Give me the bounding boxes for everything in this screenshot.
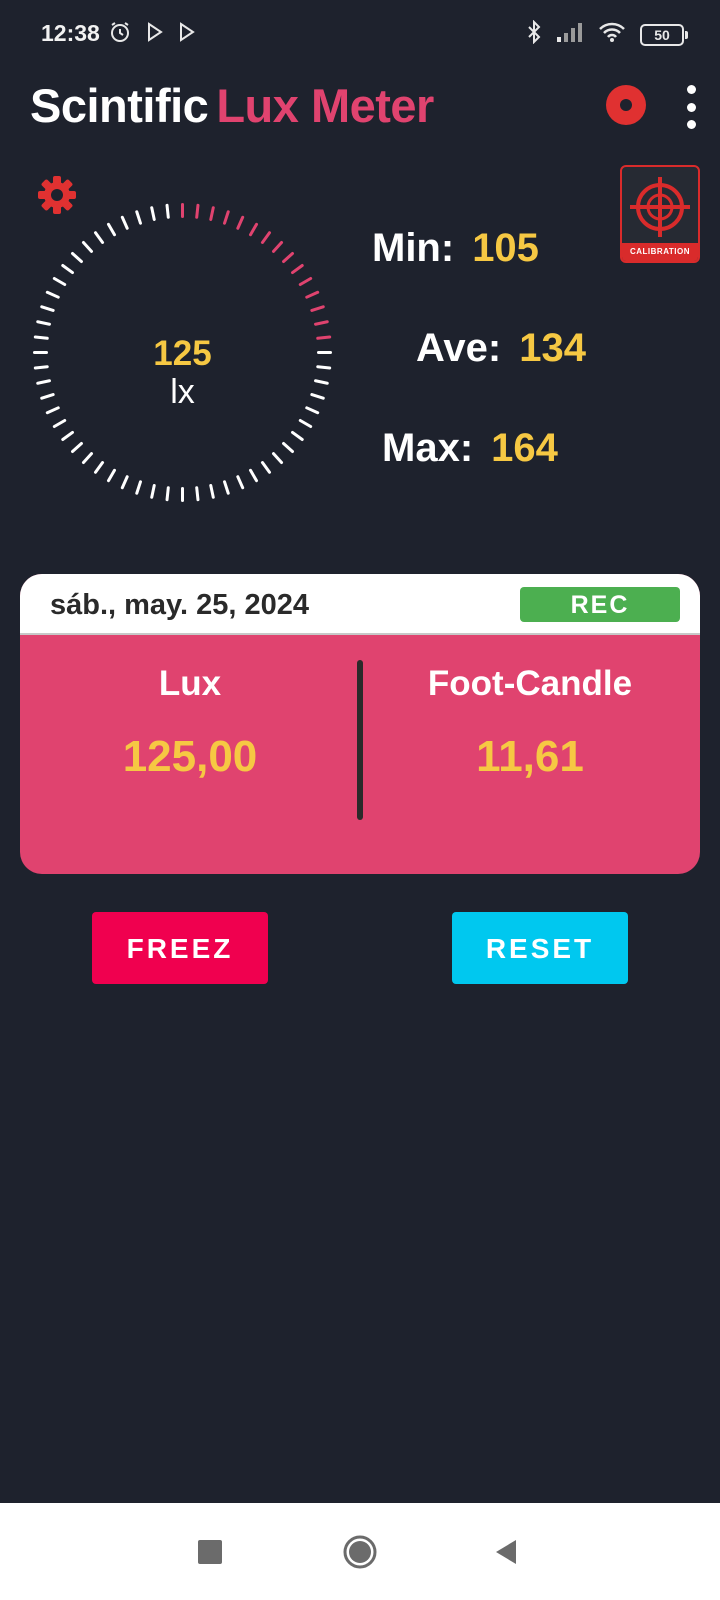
max-label: Max: (382, 426, 474, 470)
gauge-tick (120, 215, 129, 230)
status-bar: 12:38 50 (0, 0, 720, 70)
battery-level: 50 (654, 26, 670, 43)
recents-icon[interactable] (198, 1540, 222, 1564)
foot-candle-value: 11,61 (476, 732, 584, 781)
stat-min: Min: 105 (372, 226, 539, 271)
foot-candle-label: Foot-Candle (427, 664, 633, 703)
gauge-tick (40, 305, 55, 312)
max-value: 164 (491, 426, 558, 470)
gauge-tick (298, 419, 313, 428)
gauge-tick (81, 241, 93, 253)
gauge-tick (71, 251, 83, 263)
gauge-tick-active (195, 203, 200, 219)
record-icon (620, 99, 632, 111)
status-time: 12:38 (41, 20, 100, 46)
calibration-label: CALIBRATION (622, 243, 698, 261)
card-header: sáb., may. 25, 2024 REC (20, 574, 700, 635)
gauge-tick (291, 430, 304, 441)
gauge-tick-active (272, 241, 284, 253)
status-icons-left (108, 20, 196, 49)
gauge-tick (282, 442, 294, 454)
play-store-icon (146, 22, 164, 47)
gauge-tick (107, 222, 116, 237)
reset-button[interactable]: RESET (452, 912, 628, 984)
gauge-tick (272, 452, 284, 464)
gauge-tick (135, 210, 142, 225)
battery-icon: 50 (640, 23, 688, 46)
gauge-tick-active (209, 206, 215, 221)
gauge-tick (61, 264, 74, 275)
gauge-tick (195, 486, 200, 502)
gauge-tick (52, 277, 67, 286)
gauge-value: 125 (153, 334, 212, 373)
gauge-tick (249, 468, 258, 483)
wifi-icon (598, 21, 626, 48)
ave-value: 134 (519, 326, 586, 370)
crosshair-icon (630, 177, 690, 237)
bluetooth-icon (526, 19, 542, 49)
min-value: 105 (472, 226, 539, 270)
gauge-tick-active (291, 264, 304, 275)
min-label: Min: (372, 226, 455, 270)
lux-column: Lux 125,00 (20, 664, 360, 782)
ave-label: Ave: (416, 326, 502, 370)
gauge-tick (52, 419, 67, 428)
record-button[interactable] (606, 85, 646, 125)
foot-candle-column: Foot-Candle 11,61 (360, 664, 700, 782)
gauge-tick-active (310, 305, 325, 312)
gauge-tick-active (249, 222, 258, 237)
freez-button[interactable]: FREEZ (92, 912, 268, 984)
card-date: sáb., may. 25, 2024 (50, 589, 310, 621)
gauge-tick (165, 486, 170, 502)
gauge-tick-active (282, 251, 294, 263)
app-title: Scintific Lux Meter (30, 78, 434, 133)
gauge-tick (236, 475, 245, 490)
gauge-tick (45, 290, 60, 299)
lux-value: 125,00 (122, 732, 258, 781)
calibration-button[interactable]: CALIBRATION (620, 165, 700, 263)
app-title-part2: Lux Meter (216, 79, 434, 132)
gauge-tick (120, 475, 129, 490)
gauge-tick (150, 484, 156, 499)
gauge-tick (61, 430, 74, 441)
gauge-tick-active (223, 210, 230, 225)
readings-card: sáb., may. 25, 2024 REC Lux 125,00 Foot-… (20, 574, 700, 874)
stat-ave: Ave: 134 (416, 326, 586, 371)
signal-icon (556, 21, 584, 48)
stat-max: Max: 164 (382, 426, 558, 471)
back-icon[interactable] (494, 1538, 518, 1566)
gauge-tick (135, 480, 142, 495)
gauge-tick (150, 206, 156, 221)
gauge-tick-active (298, 277, 313, 286)
gauge-tick (71, 442, 83, 454)
gauge-tick-active (314, 320, 329, 326)
gauge-unit: lx (170, 373, 195, 411)
gauge-tick-active (236, 215, 245, 230)
gauge-tick (36, 320, 51, 326)
gauge-tick (94, 231, 105, 244)
gauge-tick-active (305, 290, 320, 299)
alarm-icon (108, 20, 132, 49)
gauge-tick (81, 452, 93, 464)
gauge-tick (223, 480, 230, 495)
lux-label: Lux (158, 664, 222, 703)
status-icons-right: 50 (526, 19, 688, 49)
gauge-tick (165, 203, 170, 219)
app-title-part1: Scintific (30, 79, 209, 132)
gauge-tick (94, 461, 105, 474)
gauge-tick (260, 461, 271, 474)
gauge-tick-active (260, 231, 271, 244)
gauge-tick (107, 468, 116, 483)
more-vert-icon (686, 85, 696, 94)
rec-button[interactable]: REC (520, 587, 680, 622)
more-options-button[interactable] (676, 85, 706, 129)
gauge-tick (209, 484, 215, 499)
home-icon[interactable] (342, 1534, 378, 1570)
play-store-icon (178, 22, 196, 47)
